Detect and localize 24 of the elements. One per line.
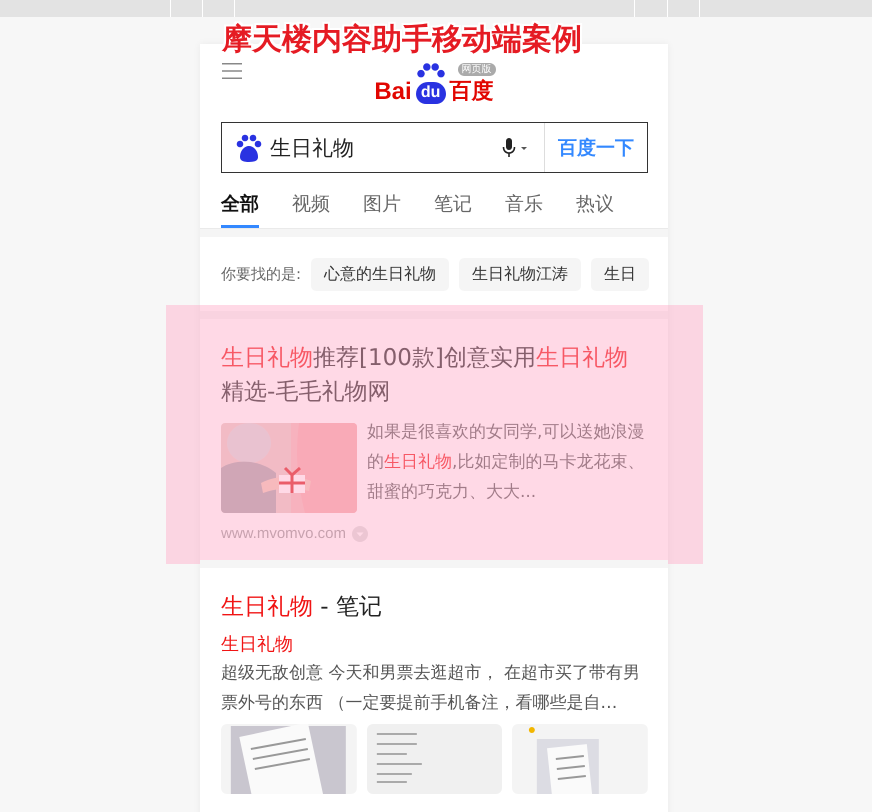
suggestion-chip[interactable]: 心意的生日礼物 [311, 258, 450, 290]
paw-icon [234, 132, 264, 162]
logo-mark: du [414, 64, 448, 104]
tab[interactable]: 热议 [576, 191, 614, 228]
tab[interactable]: 音乐 [505, 191, 543, 228]
logo-text: Bai [374, 80, 412, 104]
suggestion-chip[interactable]: 生日 [591, 258, 650, 290]
result-snippet: 超级无敌创意 今天和男票去逛超市， 在超市买了带有男票外号的东西 （一定要提前手机备注，看哪些是自… [221, 662, 641, 715]
version-badge: 网页版 [458, 63, 496, 76]
result-title[interactable]: 生日礼物推荐[100款]创意实用生日礼物 精选-毛毛礼物网 [221, 341, 648, 409]
tab[interactable]: 笔记 [434, 191, 472, 228]
menu-icon[interactable] [222, 62, 242, 80]
tab[interactable]: 图片 [363, 191, 401, 228]
tab[interactable]: 视频 [292, 191, 330, 228]
microphone-icon[interactable] [502, 138, 530, 158]
result-subtitle: 生日礼物 [221, 633, 294, 657]
banner-title: 摩天楼内容助手移动端案例 [222, 21, 582, 59]
logo-text: 百度 [450, 80, 494, 104]
search-field[interactable]: 生日礼物 百度一下 [221, 122, 648, 173]
suggestion-label: 你要找的是: [221, 264, 302, 284]
result-title[interactable]: 生日礼物 - 笔记 [221, 590, 648, 624]
suggestion-chip[interactable]: 生日礼物江涛 [459, 258, 582, 290]
search-query: 生日礼物 [270, 134, 355, 162]
result-snippet: 如果是很喜欢的女同学,可以送她浪漫的生日礼物,比如定制的马卡龙花束、甜蜜的巧克力、大大... [367, 421, 646, 504]
